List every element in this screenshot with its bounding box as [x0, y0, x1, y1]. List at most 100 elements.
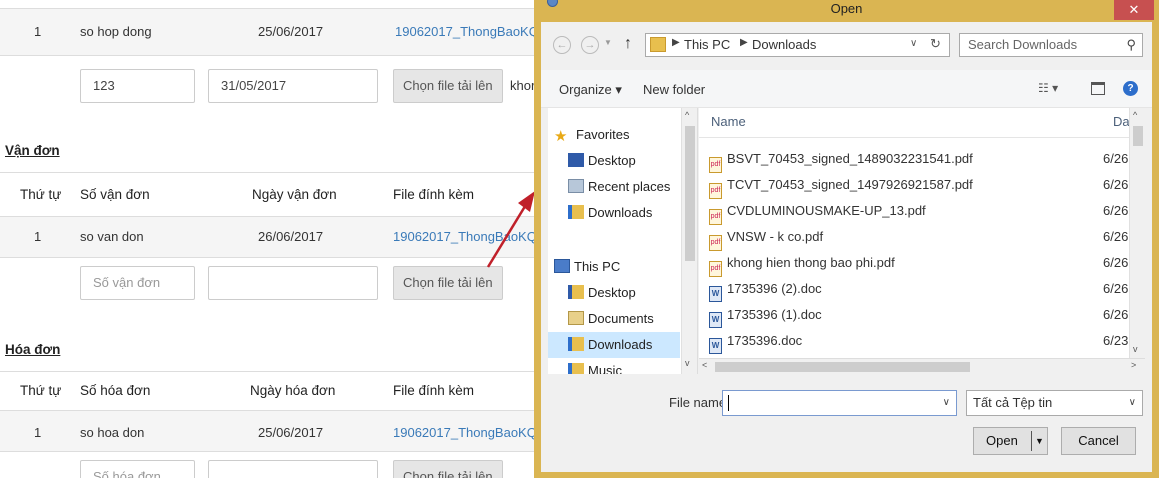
- col-header-file: File đính kèm: [393, 383, 475, 398]
- dialog-title-bar[interactable]: Open ✕: [541, 0, 1154, 22]
- refresh-icon[interactable]: ↻: [930, 36, 941, 52]
- desktop-folder-icon: [568, 285, 584, 299]
- breadcrumb-this-pc[interactable]: This PC: [684, 37, 730, 52]
- pdf-file-icon: pdf: [709, 235, 722, 251]
- col-header-index: Thứ tự: [20, 383, 62, 398]
- chevron-down-icon[interactable]: ∨: [910, 38, 917, 49]
- pdf-file-icon: pdf: [709, 209, 722, 225]
- dialog-title: Open: [830, 1, 863, 16]
- help-icon[interactable]: ?: [1123, 81, 1138, 96]
- file-name-input[interactable]: ∨: [722, 390, 957, 416]
- file-vertical-scrollbar[interactable]: ^ v: [1129, 108, 1145, 358]
- file-type-select[interactable]: Tất cả Tệp tin ∨: [966, 390, 1143, 416]
- nav-label: This PC: [574, 259, 621, 274]
- scroll-down-icon[interactable]: v: [685, 358, 690, 368]
- navigation-pane: ★ Favorites Desktop Recent places Downloa…: [548, 108, 698, 374]
- chevron-right-icon: ▶: [672, 37, 680, 48]
- file-name: 1735396 (1).doc: [727, 307, 822, 322]
- file-row[interactable]: pdf BSVT_70453_signed_1489032231541.pdf 6/…: [709, 146, 1129, 173]
- file-row[interactable]: W 1735396 (1).doc 6/26: [709, 302, 1129, 328]
- scroll-thumb[interactable]: [685, 126, 695, 261]
- row-date: 25/06/2017: [258, 425, 324, 440]
- placeholder: Số vận đơn: [93, 275, 161, 290]
- chevron-down-icon[interactable]: ∨: [1129, 397, 1136, 408]
- nav-pc-downloads-selected[interactable]: Downloads: [548, 332, 680, 358]
- hoa-don-number-input[interactable]: Số hóa đơn: [80, 460, 195, 478]
- nav-downloads[interactable]: Downloads: [568, 200, 697, 226]
- scroll-up-icon[interactable]: ^: [1133, 110, 1137, 120]
- row-name: so van don: [80, 229, 144, 244]
- divider: [0, 257, 535, 258]
- desktop-icon: [568, 153, 584, 167]
- breadcrumb-downloads[interactable]: Downloads: [752, 37, 816, 52]
- nav-desktop[interactable]: Desktop: [568, 148, 697, 174]
- van-don-date-input[interactable]: [208, 266, 378, 300]
- nav-label: Downloads: [588, 337, 653, 352]
- search-input[interactable]: Search Downloads ⚲: [959, 33, 1143, 57]
- scroll-down-icon[interactable]: v: [1133, 344, 1138, 354]
- up-button[interactable]: ↑: [624, 35, 632, 53]
- file-row[interactable]: W 1735396.doc 6/23: [709, 328, 1129, 354]
- arrow-shaft: [486, 202, 529, 268]
- hoa-don-date-input[interactable]: [208, 460, 378, 478]
- upload-button[interactable]: Chọn file tải lên: [393, 69, 503, 103]
- file-row[interactable]: pdf VNSW - k co.pdf 6/26: [709, 224, 1129, 251]
- file-name: VNSW - k co.pdf: [727, 229, 824, 244]
- nav-recent-places[interactable]: Recent places: [568, 174, 697, 200]
- col-header-date: Ngày hóa đơn: [250, 383, 336, 398]
- file-horizontal-scrollbar[interactable]: < >: [699, 358, 1145, 374]
- placeholder: Số hóa đơn: [93, 469, 161, 478]
- file-type-value: Tất cả Tệp tin: [973, 395, 1053, 410]
- forward-button[interactable]: →: [581, 36, 599, 54]
- nav-label: Desktop: [588, 285, 636, 300]
- organize-button[interactable]: Organize ▾: [559, 82, 622, 98]
- cancel-button[interactable]: Cancel: [1061, 427, 1136, 455]
- open-button[interactable]: Open ▼: [973, 427, 1048, 455]
- scroll-right-icon[interactable]: >: [1131, 360, 1136, 370]
- nav-pc-documents[interactable]: Documents: [568, 306, 697, 332]
- chevron-down-icon[interactable]: ∨: [943, 397, 950, 408]
- search-icon[interactable]: ⚲: [1126, 37, 1136, 53]
- open-file-dialog: Open ✕ ← → ▼ ↑ ▶ This PC ▶ Downloads ∨ ↻…: [534, 0, 1159, 478]
- nav-pc-music[interactable]: Music: [568, 358, 697, 374]
- row-file-link[interactable]: 19062017_ThongBaoKQK: [395, 24, 548, 39]
- view-options-icon[interactable]: ☷ ▾: [1038, 81, 1058, 95]
- word-file-icon: W: [709, 312, 722, 328]
- file-row[interactable]: pdf TCVT_70453_signed_1497926921587.pdf 6/…: [709, 172, 1129, 199]
- contract-date-input[interactable]: 31/05/2017: [208, 69, 378, 103]
- file-row[interactable]: pdf CVDLUMINOUSMAKE-UP_13.pdf 6/26: [709, 198, 1129, 225]
- dialog-toolbar: Organize ▾ New folder ☷ ▾ ?: [541, 70, 1152, 108]
- scroll-thumb[interactable]: [1133, 126, 1143, 146]
- row-name: so hop dong: [80, 24, 152, 39]
- scroll-thumb[interactable]: [715, 362, 970, 372]
- annotation-arrow: [486, 191, 535, 268]
- file-list: Name Date pdf BSVT_70453_signed_148903223…: [699, 108, 1145, 374]
- preview-pane-icon[interactable]: [1091, 82, 1105, 95]
- close-button[interactable]: ✕: [1114, 0, 1154, 20]
- column-header-name[interactable]: Name: [711, 114, 746, 129]
- nav-this-pc[interactable]: This PC: [554, 254, 686, 280]
- dropdown-arrow-icon[interactable]: ▼: [1035, 428, 1044, 454]
- address-bar[interactable]: ▶ This PC ▶ Downloads ∨ ↻: [645, 33, 950, 57]
- row-index: 1: [34, 229, 42, 244]
- recent-dropdown-icon[interactable]: ▼: [604, 38, 612, 47]
- file-row[interactable]: pdf khong hien thong bao phi.pdf 6/26: [709, 250, 1129, 277]
- upload-button[interactable]: Chọn file tải lên: [393, 460, 503, 478]
- file-row[interactable]: W 1735396 (2).doc 6/26: [709, 276, 1129, 302]
- contract-number-input[interactable]: 123: [80, 69, 195, 103]
- new-folder-button[interactable]: New folder: [643, 82, 705, 97]
- nav-label: Favorites: [576, 127, 630, 142]
- row-file-link[interactable]: 19062017_ThongBaoKQK: [393, 425, 546, 440]
- nav-scrollbar[interactable]: ^ v: [681, 108, 697, 374]
- van-don-number-input[interactable]: Số vận đơn: [80, 266, 195, 300]
- scroll-up-icon[interactable]: ^: [685, 110, 689, 120]
- nav-label: Downloads: [588, 205, 653, 220]
- pdf-file-icon: pdf: [709, 261, 722, 277]
- scroll-left-icon[interactable]: <: [702, 360, 707, 370]
- nav-favorites[interactable]: ★ Favorites: [554, 122, 686, 148]
- nav-pc-desktop[interactable]: Desktop: [568, 280, 697, 306]
- search-placeholder: Search Downloads: [968, 37, 1078, 52]
- nav-label: Documents: [588, 311, 654, 326]
- back-button[interactable]: ←: [553, 36, 571, 54]
- pdf-file-icon: pdf: [709, 157, 722, 173]
